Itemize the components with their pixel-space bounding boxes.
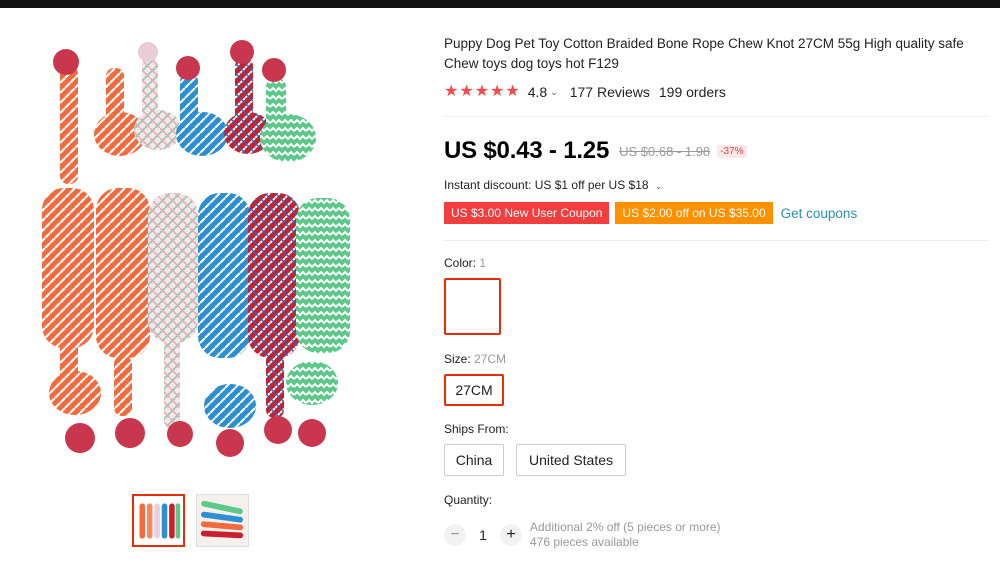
chevron-down-icon[interactable]: ⌄ bbox=[550, 87, 558, 98]
rating-value[interactable]: 4.8 bbox=[528, 84, 547, 100]
size-label: Size: 27CM bbox=[444, 352, 506, 366]
reviews-link[interactable]: 177 Reviews bbox=[570, 84, 650, 100]
discount-badge: -37% bbox=[717, 144, 747, 158]
size-label-text: Size: bbox=[444, 352, 471, 366]
star-icon: ★ bbox=[474, 83, 490, 100]
quantity-label: Quantity: bbox=[444, 493, 493, 507]
main-product-image[interactable] bbox=[30, 38, 370, 488]
original-price: US $0.68 - 1.98 bbox=[619, 143, 711, 159]
spend-coupon[interactable]: US $2.00 off on US $35.00 bbox=[615, 202, 773, 224]
star-icon: ★ bbox=[490, 83, 505, 100]
ships-from-china[interactable]: China bbox=[444, 444, 504, 476]
increase-quantity-button[interactable]: + bbox=[500, 524, 522, 546]
color-selected-value: 1 bbox=[479, 256, 487, 270]
price: US $0.43 - 1.25 bbox=[444, 137, 610, 164]
thumbnail-1[interactable] bbox=[132, 494, 185, 547]
product-title: Puppy Dog Pet Toy Cotton Braided Bone Ro… bbox=[444, 36, 964, 71]
quantity-stepper: − 1 + Additional 2% off (5 pieces or mor… bbox=[444, 520, 721, 550]
star-icon: ★ bbox=[444, 83, 459, 100]
size-selected-value: 27CM bbox=[474, 352, 507, 366]
quantity-value[interactable]: 1 bbox=[466, 527, 500, 543]
instant-discount[interactable]: Instant discount: US $1 off per US $18 ⌄ bbox=[444, 178, 662, 192]
price-row: US $0.43 - 1.25 US $0.68 - 1.98 -37% bbox=[444, 137, 747, 165]
star-icon: ★ bbox=[505, 83, 520, 100]
divider bbox=[444, 116, 988, 117]
bulk-discount-note: Additional 2% off (5 pieces or more) bbox=[530, 520, 721, 534]
image-gallery bbox=[0, 8, 430, 566]
color-swatch-1[interactable] bbox=[444, 278, 501, 335]
rating-row: ★ ★ ★ ★ ★ 4.8 ⌄ 177 Reviews 199 orders bbox=[444, 82, 726, 102]
coupon-row: US $3.00 New User Coupon US $2.00 off on… bbox=[444, 202, 857, 224]
instant-discount-text: Instant discount: US $1 off per US $18 bbox=[444, 178, 649, 192]
thumbnail-2[interactable] bbox=[196, 494, 249, 547]
stock-available: 476 pieces available bbox=[530, 535, 639, 549]
color-label: Color: 1 bbox=[444, 256, 486, 270]
quantity-note: Additional 2% off (5 pieces or more) 476… bbox=[530, 520, 721, 550]
orders-count: 199 orders bbox=[658, 84, 726, 100]
top-bar bbox=[0, 0, 1000, 8]
decrease-quantity-button[interactable]: − bbox=[444, 524, 466, 546]
ships-from-label: Ships From: bbox=[444, 422, 509, 436]
color-label-text: Color: bbox=[444, 256, 477, 270]
ships-from-united-states[interactable]: United States bbox=[516, 444, 626, 476]
divider bbox=[444, 240, 988, 241]
get-coupons-link[interactable]: Get coupons bbox=[781, 206, 858, 221]
size-option-27cm[interactable]: 27CM bbox=[444, 374, 504, 406]
new-user-coupon[interactable]: US $3.00 New User Coupon bbox=[444, 202, 610, 224]
star-icon: ★ bbox=[459, 83, 474, 100]
rating-stars: ★ ★ ★ ★ ★ bbox=[444, 84, 520, 100]
chevron-down-icon: ⌄ bbox=[654, 181, 663, 191]
